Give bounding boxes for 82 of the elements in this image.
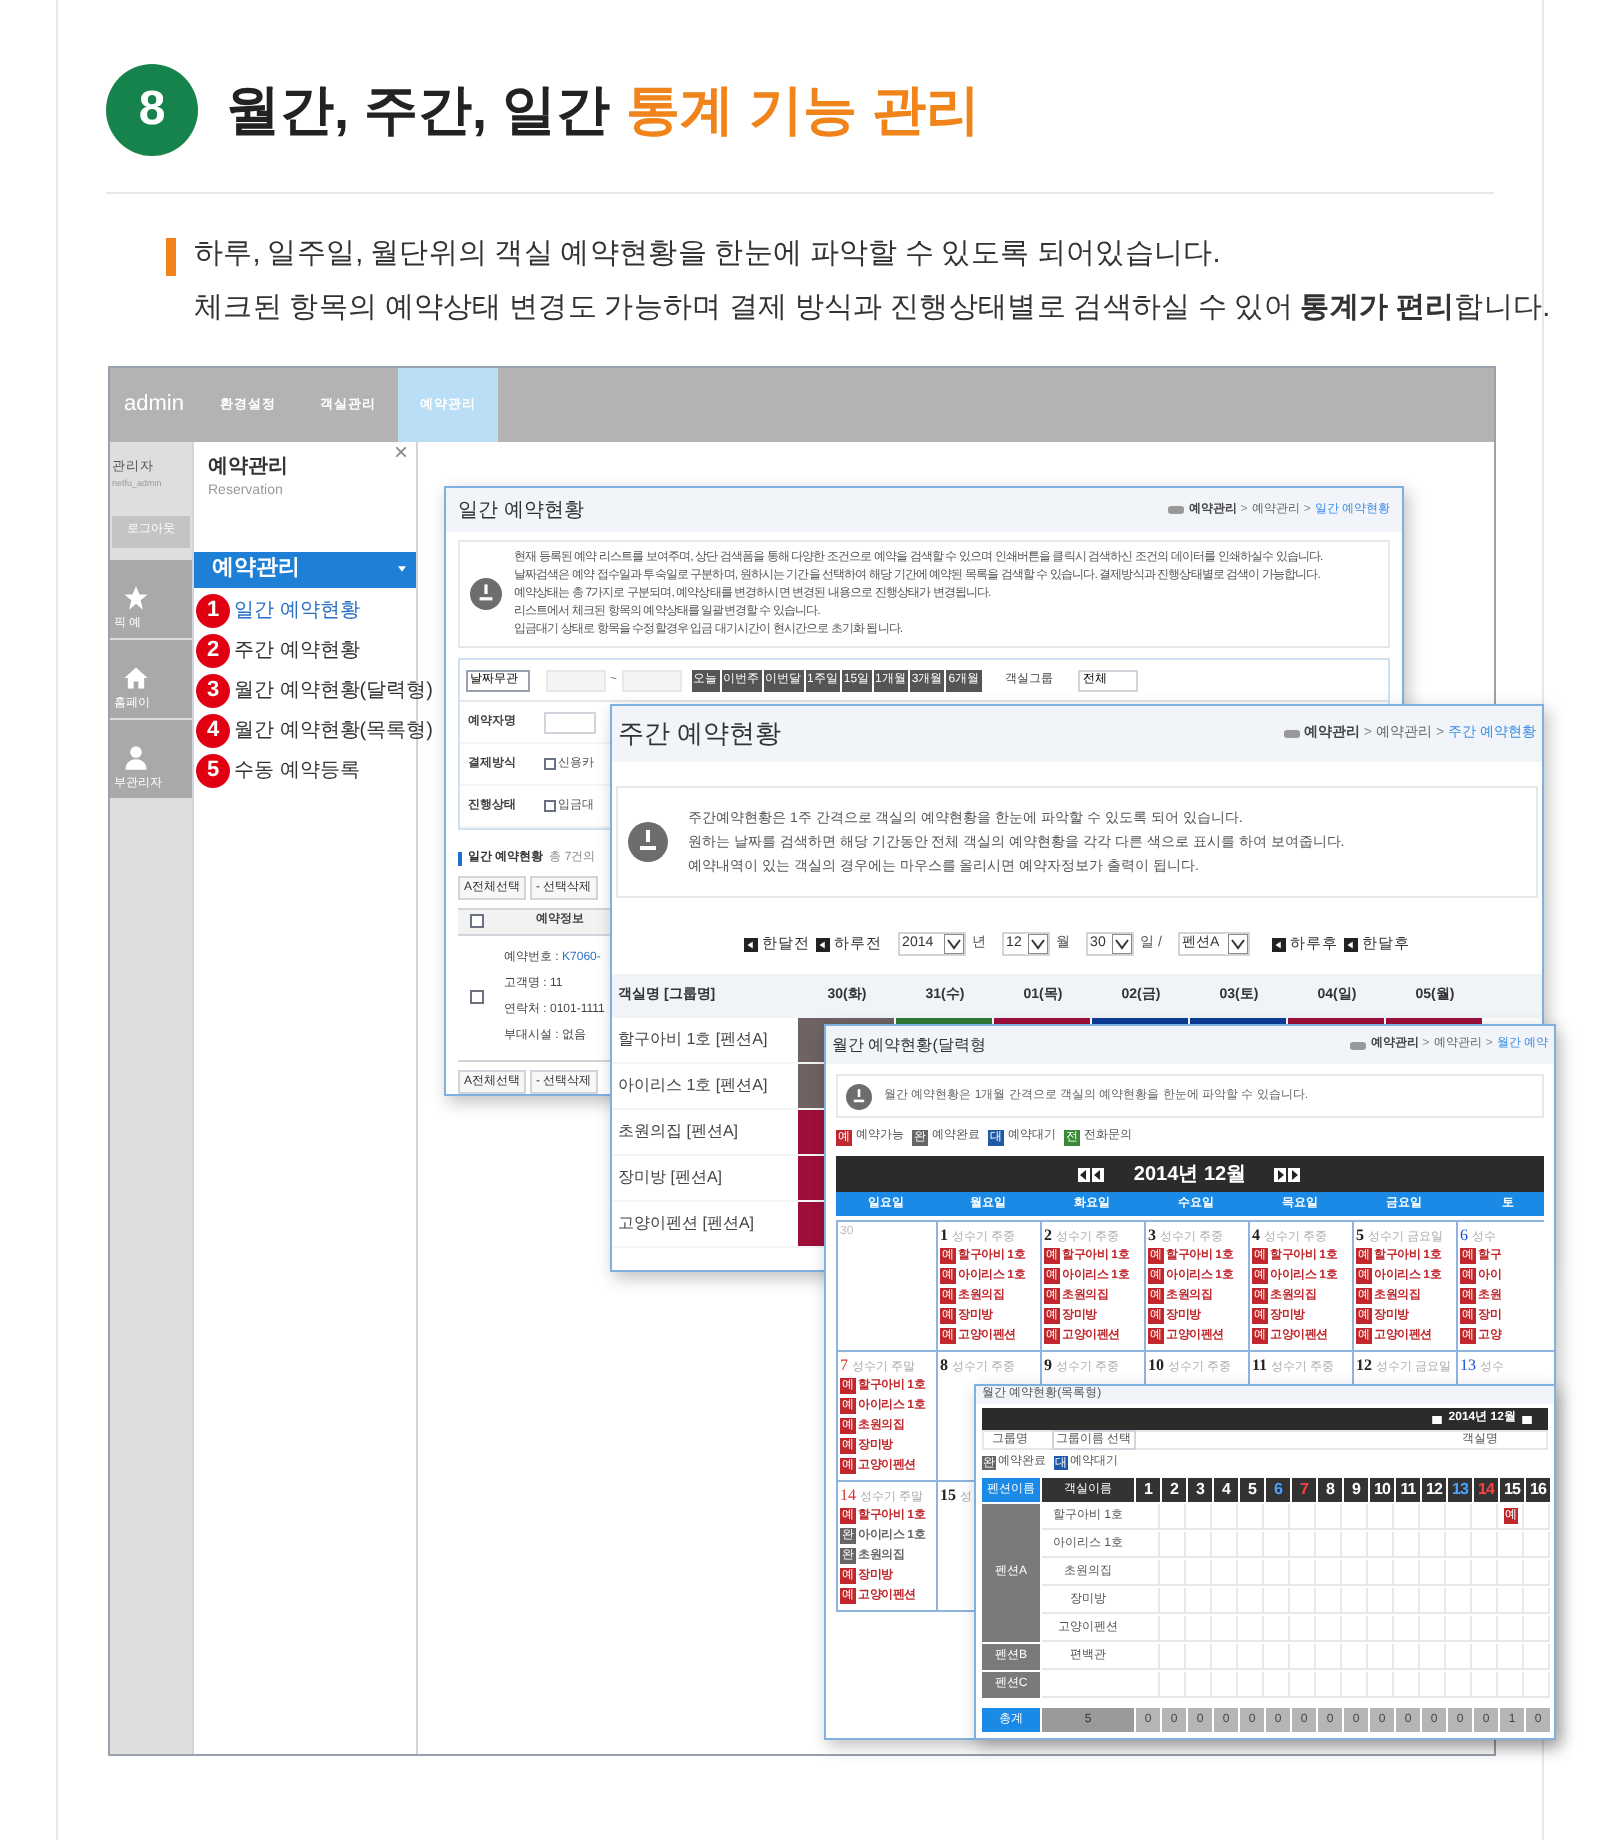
step-number: 2	[196, 633, 230, 667]
room-name: 초원의집 [펜션A]	[616, 1120, 741, 1144]
date-number: 7	[840, 1354, 848, 1378]
step-number: 3	[196, 673, 230, 707]
day-header: 10	[1370, 1478, 1394, 1502]
step-number: 4	[196, 713, 230, 747]
day-header: 2	[1162, 1478, 1186, 1502]
menu-item[interactable]: 월간 예약현황(목록형)	[234, 715, 433, 745]
menu-title: 예약관리	[208, 454, 288, 482]
day-header: 8	[1318, 1478, 1342, 1502]
date-number: 3	[1148, 1224, 1156, 1248]
menu-item[interactable]: 수동 예약등록	[234, 755, 360, 785]
date-input[interactable]	[546, 669, 606, 691]
menu-header[interactable]: 예약관리	[194, 551, 416, 587]
menu-item[interactable]: 주간 예약현황	[234, 635, 360, 665]
caret-icon	[944, 934, 965, 954]
arrow-icon	[744, 937, 759, 951]
step-number: 5	[196, 753, 230, 787]
day-header: 12	[1422, 1478, 1446, 1502]
arrow-icon	[816, 937, 831, 951]
arrow-icon	[1271, 937, 1286, 951]
admin-logo: admin	[122, 390, 186, 421]
section-number: 8	[106, 64, 198, 156]
star-icon	[122, 583, 150, 611]
room-name: 고양이펜션 [펜션A]	[616, 1212, 757, 1236]
day-header: 11	[1396, 1478, 1420, 1502]
date-number: 6	[1460, 1224, 1468, 1248]
date-number: 11	[1252, 1354, 1268, 1378]
room-name: 아이리스 1호 [펜션A]	[616, 1074, 770, 1098]
menu-item[interactable]: 월간 예약현황(달력형)	[234, 675, 433, 705]
date-number: 1	[940, 1224, 948, 1248]
room-name: 장미방 [펜션A]	[616, 1166, 725, 1190]
panel-title: 주간 예약현황	[618, 716, 782, 753]
day-header: 14	[1474, 1478, 1498, 1502]
day-header: 3	[1188, 1478, 1212, 1502]
date-number: 4	[1252, 1224, 1260, 1248]
guide-icon	[628, 822, 668, 862]
date-number: 9	[1044, 1354, 1052, 1378]
title-bar-mark	[458, 852, 462, 866]
section-title: 월간, 주간, 일간	[226, 77, 611, 144]
day-header: 1	[1136, 1478, 1160, 1502]
caret-icon	[398, 566, 406, 572]
section-title-highlight: 통계 기능 관리	[626, 77, 981, 144]
day-header: 5	[1240, 1478, 1264, 1502]
room-name: 할구아비 1호 [펜션A]	[616, 1028, 770, 1052]
menu-item[interactable]: 일간 예약현황	[234, 595, 360, 625]
day-header: 6	[1266, 1478, 1290, 1502]
arrow-icon	[1343, 937, 1358, 951]
checkbox[interactable]	[470, 914, 484, 929]
date-input[interactable]	[621, 669, 682, 691]
date-number: 15	[940, 1484, 956, 1508]
caret-icon	[1028, 934, 1049, 954]
date-number: 14	[840, 1484, 856, 1508]
caret-icon	[1227, 934, 1248, 954]
date-number: 2	[1044, 1224, 1052, 1248]
guide-icon	[846, 1083, 872, 1109]
day-header: 4	[1214, 1478, 1238, 1502]
checkbox[interactable]	[544, 758, 556, 770]
date-number: 12	[1356, 1354, 1372, 1378]
close-icon[interactable]: ×	[393, 440, 408, 464]
day-header: 15	[1500, 1478, 1524, 1502]
step-number: 1	[196, 593, 230, 627]
person-icon	[122, 743, 150, 771]
guide-icon	[470, 578, 502, 611]
day-header: 7	[1292, 1478, 1316, 1502]
calendar-heading: 2014년 12월	[1133, 1161, 1247, 1189]
description-text: 하루, 일주일, 월단위의 객실 예약현황을 한눈에 파악할 수 있도록 되어있습니다.	[194, 236, 1220, 274]
checkbox[interactable]	[470, 990, 484, 1005]
text-input[interactable]	[544, 711, 596, 733]
date-number: 8	[940, 1354, 948, 1378]
bullet-bar	[166, 238, 176, 276]
checkbox[interactable]	[544, 800, 556, 812]
description-text: 체크된 항목의 예약상태 변경도 가능하며 결제 방식과 진행상태별로 검색하실 수 있어 통계가 편리합니다.	[194, 290, 1550, 328]
date-number: 5	[1356, 1224, 1364, 1248]
date-number: 13	[1460, 1354, 1476, 1378]
day-header: 16	[1526, 1478, 1550, 1502]
caret-icon	[1112, 934, 1133, 954]
day-header: 9	[1344, 1478, 1368, 1502]
date-number: 10	[1148, 1354, 1164, 1378]
panel-title: 일간 예약현황	[458, 497, 584, 526]
panel-title: 월간 예약현황(달력형	[832, 1033, 986, 1057]
day-header: 13	[1448, 1478, 1472, 1502]
